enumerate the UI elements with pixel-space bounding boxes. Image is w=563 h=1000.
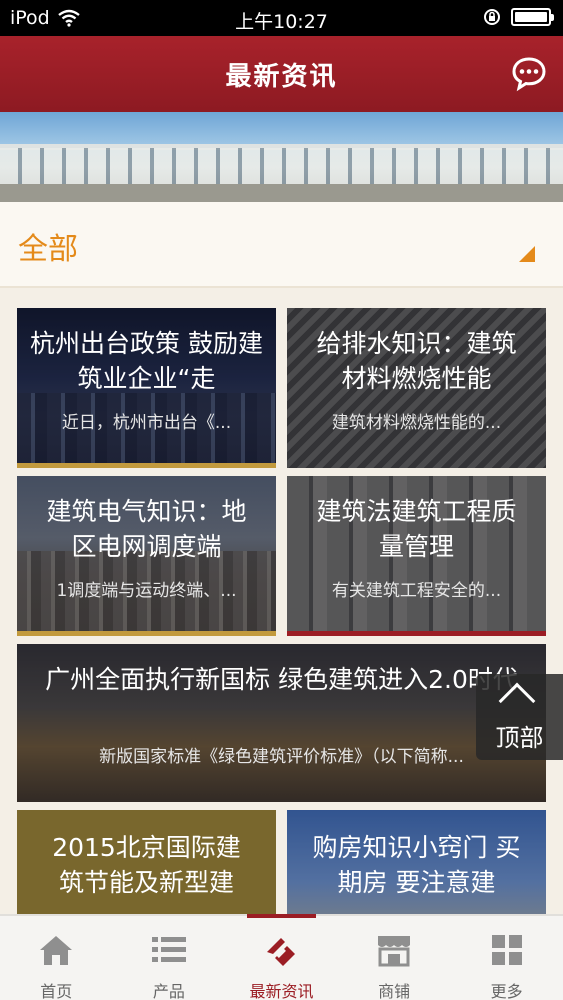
news-icon [267, 938, 296, 966]
article-title: 购房知识小窍门 买期房 要注意建 [312, 833, 521, 897]
article-card[interactable]: 广州全面执行新国标 绿色建筑进入2.0时代 新版国家标准《绿色建筑评价标准》（以… [17, 644, 546, 802]
tab-more[interactable]: 更多 [450, 916, 563, 1000]
article-title: 建筑法建筑工程质量管理 [316, 497, 517, 561]
list-icon [151, 937, 186, 962]
back-to-top-button[interactable]: 顶部 [476, 674, 563, 760]
article-summary: 近日，杭州市出台《... [61, 413, 232, 433]
page-title: 最新资讯 [225, 62, 338, 92]
home-icon [40, 936, 73, 965]
article-summary: 1调度端与运动终端、... [56, 581, 237, 601]
chevron-up-icon [498, 682, 536, 720]
banner-image-road [0, 184, 563, 202]
back-to-top-label: 顶部 [495, 724, 544, 752]
article-card[interactable]: 给排水知识：建筑材料燃烧性能 建筑材料燃烧性能的... [287, 308, 546, 468]
tab-products[interactable]: 产品 [113, 916, 226, 1000]
status-time: 上午10:27 [235, 11, 328, 33]
article-title: 2015北京国际建筑节能及新型建 [52, 833, 241, 897]
article-card[interactable]: 购房知识小窍门 买期房 要注意建 [287, 810, 546, 914]
article-card[interactable]: 2015北京国际建筑节能及新型建 [17, 810, 276, 914]
article-title: 给排水知识：建筑材料燃烧性能 [316, 329, 517, 393]
tab-news[interactable]: 最新资讯 [225, 914, 338, 1000]
article-title: 建筑电气知识：地区电网调度端 [46, 497, 247, 561]
category-label: 全部 [18, 232, 78, 267]
status-right [483, 8, 554, 26]
status-bar: iPod 上午10:27 [0, 0, 563, 36]
tab-store[interactable]: 商铺 [338, 916, 451, 1000]
article-grid: 杭州出台政策 鼓励建筑业企业“走 近日，杭州市出台《... 给排水知识：建筑材料… [0, 288, 563, 914]
tab-label: 商铺 [378, 982, 411, 1000]
article-summary: 新版国家标准《绿色建筑评价标准》（以下简称... [99, 747, 464, 767]
tab-label: 产品 [152, 982, 185, 1000]
battery-icon [511, 8, 554, 26]
app-header: 最新资讯 [0, 36, 563, 112]
grid-icon [491, 935, 522, 965]
tab-label: 最新资讯 [249, 982, 314, 1000]
chat-bubble-icon[interactable] [511, 56, 547, 92]
bottom-tab-bar: 首页 产品 最新资讯 商铺 更多 [0, 914, 563, 1000]
article-card[interactable]: 杭州出台政策 鼓励建筑业企业“走 近日，杭州市出台《... [17, 308, 276, 468]
article-title: 杭州出台政策 鼓励建筑业企业“走 [30, 329, 263, 393]
tab-home[interactable]: 首页 [0, 916, 113, 1000]
banner-image-building [0, 148, 563, 184]
dropdown-triangle-icon[interactable] [519, 246, 535, 262]
article-summary: 有关建筑工程安全的... [331, 581, 502, 601]
article-title: 广州全面执行新国标 绿色建筑进入2.0时代 [45, 665, 518, 694]
article-summary: 建筑材料燃烧性能的... [331, 413, 502, 433]
rotation-lock-icon [484, 9, 500, 25]
article-card[interactable]: 建筑电气知识：地区电网调度端 1调度端与运动终端、... [17, 476, 276, 636]
tab-label: 更多 [490, 982, 523, 1000]
tab-label: 首页 [40, 982, 73, 1000]
category-filter[interactable]: 全部 [0, 202, 563, 288]
article-card[interactable]: 建筑法建筑工程质量管理 有关建筑工程安全的... [287, 476, 546, 636]
store-icon [378, 936, 411, 967]
banner-carousel[interactable] [0, 112, 563, 202]
